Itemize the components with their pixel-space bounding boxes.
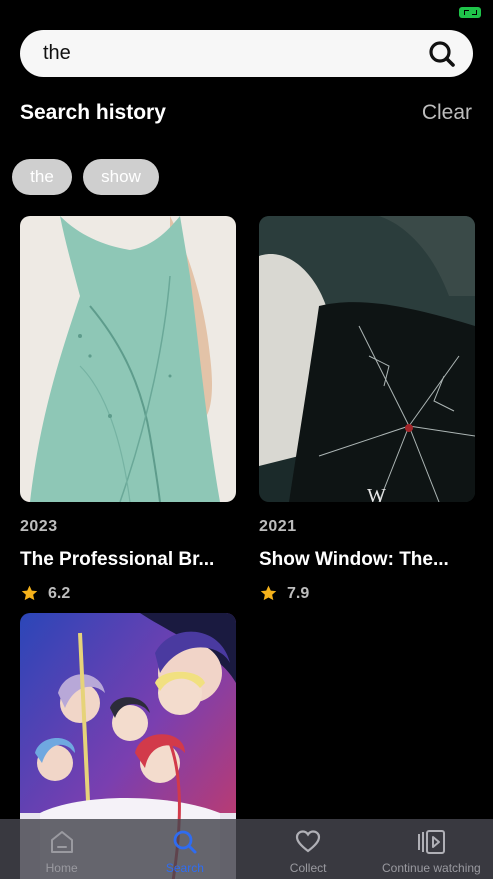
poster-image[interactable]: W: [259, 216, 475, 502]
result-year: 2023: [20, 518, 58, 535]
star-icon: [21, 585, 38, 601]
status-indicator-icon: [459, 7, 481, 18]
rating-score: 7.9: [287, 584, 310, 602]
poster-image[interactable]: [20, 216, 236, 502]
search-bar[interactable]: [20, 30, 473, 77]
result-year: 2021: [259, 518, 297, 535]
search-icon: [170, 827, 200, 857]
tab-label: Continue watching: [382, 861, 481, 875]
rating: 7.9: [259, 584, 475, 603]
heart-icon: [293, 827, 323, 857]
search-history-title: Search history: [20, 101, 166, 124]
search-icon[interactable]: [427, 39, 457, 69]
star-icon: [260, 585, 277, 601]
tab-home[interactable]: Home: [0, 819, 123, 879]
tab-label: Search: [165, 861, 204, 875]
history-chip[interactable]: the: [12, 159, 72, 195]
history-chip[interactable]: show: [83, 159, 159, 195]
bottom-tab-bar: Home Search Collect Continue watching: [0, 819, 493, 879]
tab-label: Home: [45, 861, 78, 875]
search-screen: Search history Clear the show 2023 The P…: [0, 0, 493, 879]
tab-label: Collect: [289, 861, 327, 875]
result-card[interactable]: W 2021 Show Window: The... 7.9: [259, 216, 475, 603]
result-title[interactable]: Show Window: The...: [259, 549, 475, 571]
svg-text:W: W: [367, 485, 386, 502]
result-card[interactable]: 2023 The Professional Br... 6.2: [20, 216, 236, 603]
rating: 6.2: [20, 584, 236, 603]
play-library-icon: [416, 827, 446, 857]
clear-history-button[interactable]: Clear: [422, 101, 472, 125]
rating-score: 6.2: [48, 584, 71, 602]
result-title[interactable]: The Professional Br...: [20, 549, 236, 571]
search-input[interactable]: [43, 42, 427, 65]
history-chips: the show: [12, 159, 159, 195]
tab-continue-watching[interactable]: Continue watching: [370, 819, 493, 879]
tab-collect[interactable]: Collect: [247, 819, 370, 879]
tab-search[interactable]: Search: [123, 819, 246, 879]
home-icon: [47, 827, 77, 857]
